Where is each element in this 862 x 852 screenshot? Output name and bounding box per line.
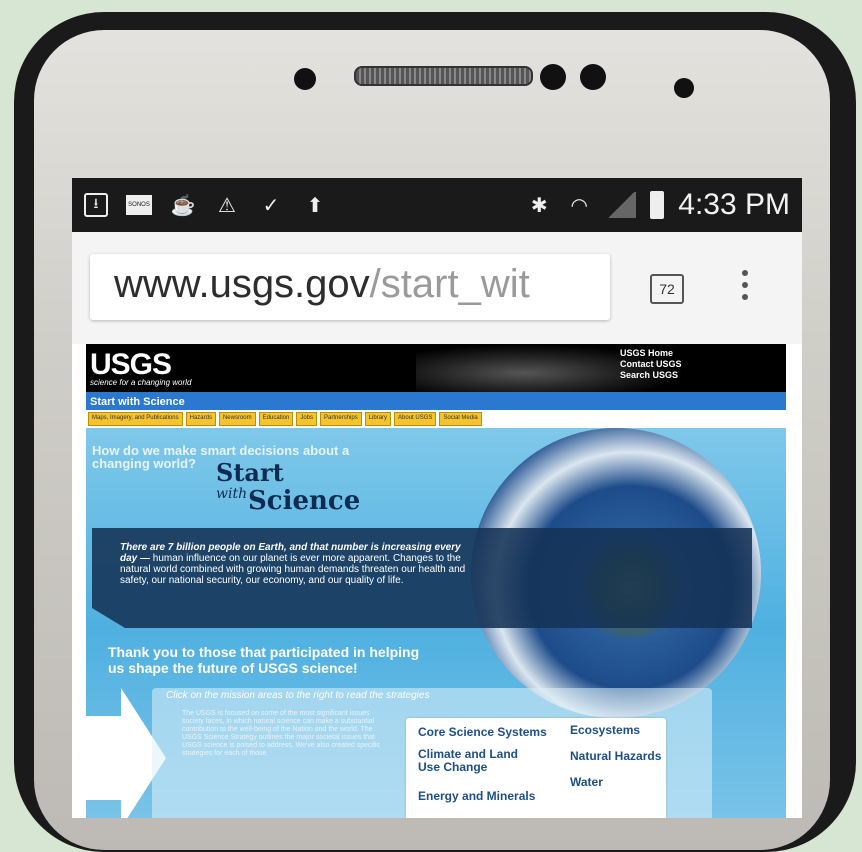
- overflow-menu-icon[interactable]: [742, 270, 752, 306]
- status-bar: ⭳ SONOS ☕ ⚠ ✓ ⬆ ✱ ◠ 4:33 PM: [72, 178, 802, 232]
- top-links: USGS Home Contact USGS Search USGS: [620, 348, 682, 381]
- address-bar[interactable]: www.usgs.gov/start_wit: [90, 254, 610, 320]
- mission-description: The USGS is focused on some of the most …: [182, 710, 381, 757]
- signal-icon: [606, 192, 637, 218]
- nav-jobs[interactable]: Jobs: [296, 412, 318, 426]
- download-icon: ⭳: [84, 193, 108, 217]
- population-banner: There are 7 billion people on Earth, and…: [92, 528, 752, 628]
- mission-water[interactable]: Water: [570, 776, 603, 789]
- mission-ecosystems[interactable]: Ecosystems: [570, 724, 640, 737]
- wifi-icon: ◠: [570, 194, 588, 217]
- coffee-cup-icon: ☕: [170, 194, 196, 217]
- nav-social-media[interactable]: Social Media: [439, 412, 482, 426]
- tab-switcher-button[interactable]: 72: [650, 274, 684, 304]
- front-camera: [294, 68, 316, 90]
- briefcase-upload-icon: ⬆: [306, 194, 324, 217]
- nav-library[interactable]: Library: [364, 412, 392, 426]
- clipboard-check-icon: ✓: [262, 194, 280, 217]
- nav-about[interactable]: About USGS: [394, 412, 437, 426]
- sonos-icon: SONOS: [126, 195, 152, 215]
- usgs-header: USGS science for a changing world USGS H…: [86, 344, 786, 392]
- clock: 4:33 PM: [678, 188, 790, 221]
- notification-led: [674, 78, 694, 98]
- thanks-message: Thank you to those that participated in …: [108, 644, 420, 676]
- warning-icon: ⚠: [218, 194, 236, 217]
- mission-heading: Click on the mission areas to the right …: [166, 690, 430, 701]
- site-nav: Maps, Imagery, and Publications Hazards …: [86, 410, 786, 426]
- url-text[interactable]: www.usgs.gov/start_wit: [114, 262, 530, 307]
- battery-icon: [650, 191, 665, 219]
- proximity-sensor-left: [540, 64, 566, 90]
- mission-energy-minerals[interactable]: Energy and Minerals: [418, 790, 535, 803]
- hero-start: Start: [216, 458, 284, 487]
- hero-science: Science: [248, 486, 361, 516]
- web-content: USGS science for a changing world USGS H…: [76, 344, 786, 818]
- nav-education[interactable]: Education: [258, 412, 294, 426]
- phone-screen: ⭳ SONOS ☕ ⚠ ✓ ⬆ ✱ ◠ 4:33 PM www.usgs.gov…: [72, 178, 802, 818]
- mission-climate-land-use[interactable]: Climate and Land Use Change: [418, 748, 538, 774]
- browser-toolbar: www.usgs.gov/start_wit 72: [72, 232, 802, 344]
- nav-hazards[interactable]: Hazards: [185, 412, 216, 426]
- url-host: www.usgs.gov: [114, 262, 370, 306]
- usgs-logo[interactable]: USGS: [90, 348, 172, 382]
- link-usgs-home[interactable]: USGS Home: [620, 348, 682, 359]
- hero-section: How do we make smart decisions about a c…: [76, 428, 786, 818]
- section-title: Start with Science: [86, 392, 786, 410]
- banner-text: There are 7 billion people on Earth, and…: [120, 542, 470, 586]
- bluetooth-icon: ✱: [530, 194, 548, 217]
- mission-natural-hazards[interactable]: Natural Hazards: [570, 750, 661, 763]
- url-path: /start_wit: [369, 262, 530, 306]
- mission-core-science-systems[interactable]: Core Science Systems: [418, 726, 547, 739]
- proximity-sensor-right: [580, 64, 606, 90]
- link-contact-usgs[interactable]: Contact USGS: [620, 359, 682, 370]
- earpiece-speaker: [354, 66, 533, 86]
- nav-partnerships[interactable]: Partnerships: [320, 412, 362, 426]
- nav-maps[interactable]: Maps, Imagery, and Publications: [88, 412, 183, 426]
- hero-with: with: [216, 486, 248, 502]
- link-search-usgs[interactable]: Search USGS: [620, 370, 682, 381]
- nav-newsroom[interactable]: Newsroom: [218, 412, 256, 426]
- banner-body: human influence on our planet is ever mo…: [120, 553, 466, 586]
- usgs-tagline: science for a changing world: [90, 378, 192, 387]
- mission-areas-list: Core Science Systems Ecosystems Climate …: [406, 718, 666, 818]
